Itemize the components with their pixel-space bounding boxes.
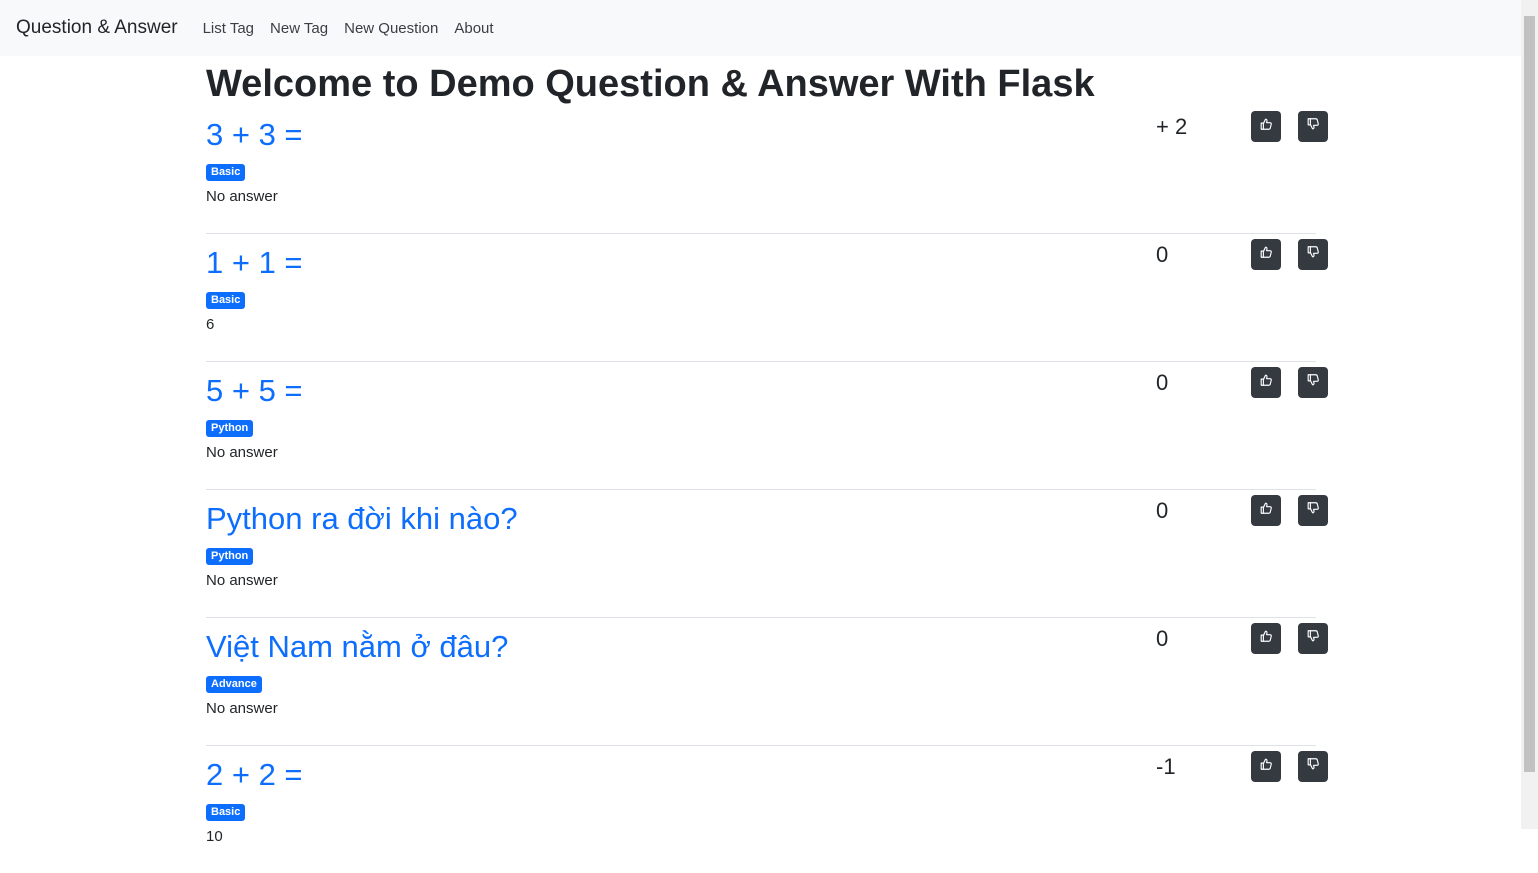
vote-count: 0 [1156, 370, 1169, 395]
thumbs-up-icon [1259, 501, 1273, 520]
tag-badge[interactable]: Advance [206, 676, 262, 693]
tag-badge[interactable]: Basic [206, 164, 246, 181]
tag-badge[interactable]: Basic [206, 804, 246, 821]
tag-badge[interactable]: Python [206, 548, 254, 565]
vote-count: -1 [1156, 754, 1176, 779]
thumbs-down-icon [1306, 629, 1320, 648]
thumbs-up-icon [1259, 245, 1273, 264]
thumbs-up-icon [1259, 373, 1273, 392]
answer-text: No answer [206, 188, 278, 205]
thumbs-up-icon [1259, 757, 1273, 776]
thumbs-up-icon [1259, 629, 1273, 648]
thumbs-up-icon [1259, 117, 1273, 136]
question-title-link[interactable]: 5 + 5 = [206, 372, 303, 410]
question-title-link[interactable]: 3 + 3 = [206, 116, 303, 154]
upvote-button[interactable] [1251, 111, 1281, 142]
tag-badge[interactable]: Python [206, 420, 254, 437]
question-list: 3 + 3 = Basic No answer + 2 1 + 1 = Basi… [206, 106, 1328, 873]
downvote-button[interactable] [1298, 751, 1328, 782]
question-title-link[interactable]: Việt Nam nằm ở đâu? [206, 628, 508, 666]
question-title-link[interactable]: 2 + 2 = [206, 756, 303, 794]
question-item: Việt Nam nằm ở đâu? Advance No answer 0 [206, 618, 1328, 746]
answer-text: No answer [206, 572, 278, 589]
upvote-button[interactable] [1251, 751, 1281, 782]
navbar-brand[interactable]: Question & Answer [16, 17, 178, 39]
upvote-button[interactable] [1251, 495, 1281, 526]
answer-text: No answer [206, 700, 278, 717]
navbar: Question & Answer List Tag New Tag New Q… [0, 0, 1521, 56]
question-item: Python ra đời khi nào? Python No answer … [206, 490, 1328, 618]
question-item: 2 + 2 = Basic 10 -1 [206, 746, 1328, 873]
question-item: 5 + 5 = Python No answer 0 [206, 362, 1328, 490]
tag-badge[interactable]: Basic [206, 292, 246, 309]
thumbs-down-icon [1306, 501, 1320, 520]
question-title-link[interactable]: 1 + 1 = [206, 244, 303, 282]
vote-count: 0 [1156, 498, 1169, 523]
question-item: 3 + 3 = Basic No answer + 2 [206, 106, 1328, 234]
downvote-button[interactable] [1298, 495, 1328, 526]
nav-link-new-question[interactable]: New Question [336, 20, 446, 37]
vertical-scrollbar[interactable] [1521, 0, 1538, 829]
nav-link-list-tag[interactable]: List Tag [195, 20, 262, 37]
thumbs-down-icon [1306, 757, 1320, 776]
downvote-button[interactable] [1298, 239, 1328, 270]
vote-count: + 2 [1156, 114, 1188, 139]
page-title: Welcome to Demo Question & Answer With F… [206, 63, 1095, 105]
scrollbar-thumb[interactable] [1524, 16, 1535, 772]
downvote-button[interactable] [1298, 367, 1328, 398]
question-title-link[interactable]: Python ra đời khi nào? [206, 500, 518, 538]
main-content: Welcome to Demo Question & Answer With F… [206, 56, 1328, 873]
nav-link-new-tag[interactable]: New Tag [262, 20, 336, 37]
answer-text: No answer [206, 444, 278, 461]
thumbs-down-icon [1306, 373, 1320, 392]
downvote-button[interactable] [1298, 623, 1328, 654]
downvote-button[interactable] [1298, 111, 1328, 142]
thumbs-down-icon [1306, 117, 1320, 136]
answer-text: 10 [206, 828, 223, 845]
upvote-button[interactable] [1251, 623, 1281, 654]
nav-links: List Tag New Tag New Question About [195, 20, 502, 37]
answer-text: 6 [206, 316, 215, 333]
question-item: 1 + 1 = Basic 6 0 [206, 234, 1328, 362]
vote-count: 0 [1156, 242, 1169, 267]
nav-link-about[interactable]: About [446, 20, 501, 37]
upvote-button[interactable] [1251, 367, 1281, 398]
upvote-button[interactable] [1251, 239, 1281, 270]
thumbs-down-icon [1306, 245, 1320, 264]
vote-count: 0 [1156, 626, 1169, 651]
